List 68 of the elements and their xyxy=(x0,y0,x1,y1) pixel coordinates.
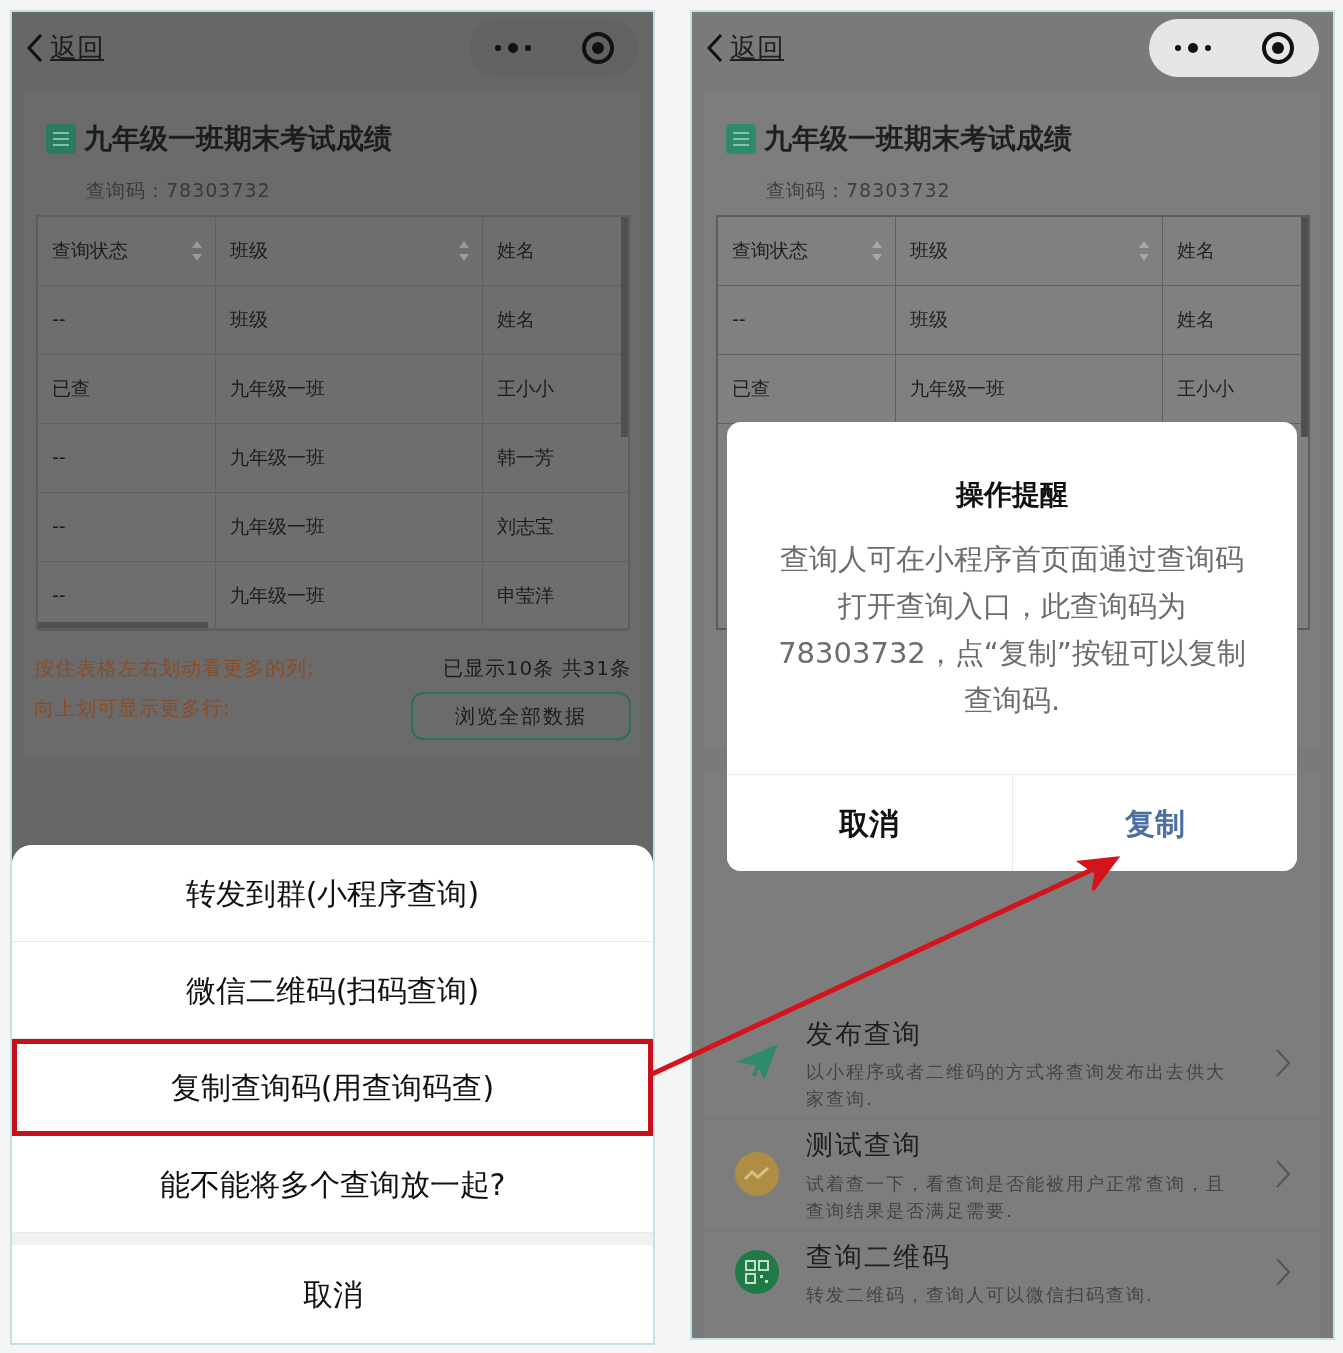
sort-icon[interactable] xyxy=(458,239,470,262)
qr-code-icon xyxy=(734,1249,780,1296)
list-icon xyxy=(726,124,756,154)
table-cell-text: 刘志宝 xyxy=(497,514,554,540)
table-cell-text: -- xyxy=(52,514,66,540)
action-title: 测试查询 xyxy=(806,1128,923,1162)
sheet-option[interactable]: 能不能将多个查询放一起? xyxy=(12,1136,653,1233)
table-cell-text: 九年级一班 xyxy=(230,583,325,609)
hint-text: 向上划可显示更多行; xyxy=(34,694,232,722)
cancel-option[interactable]: 取消 xyxy=(12,1245,653,1343)
table-cell-text: 姓名 xyxy=(1177,307,1215,333)
more-icon[interactable] xyxy=(1173,41,1213,55)
query-code: 查询码：78303732 xyxy=(766,178,952,203)
sheet-option[interactable]: 微信二维码(扫码查询) xyxy=(12,942,653,1039)
dialog-title: 操作提醒 xyxy=(954,477,1069,513)
chevron-right-icon xyxy=(1275,1159,1291,1190)
table-cell-text: -- xyxy=(52,583,66,609)
action-item[interactable]: 发布查询 以小程序或者二维码的方式将查询发布出去供大家查询. xyxy=(704,1007,1321,1118)
table-cell-text: 九年级一班 xyxy=(910,376,1005,402)
table-cell-text: 已查 xyxy=(52,376,90,402)
column-header[interactable]: 班级 xyxy=(896,216,1163,285)
table-cell-text: 九年级一班 xyxy=(230,376,325,402)
close-icon[interactable] xyxy=(1261,31,1295,65)
table-cell-text: 班级 xyxy=(230,307,268,333)
table-cell-text: 已查 xyxy=(732,376,770,402)
list-icon xyxy=(46,124,76,154)
action-description: 转发二维码，查询人可以微信扫码查询. xyxy=(806,1283,1155,1307)
page-title: 九年级一班期末考试成绩 xyxy=(764,121,1072,157)
chevron-right-icon xyxy=(1275,1257,1291,1288)
hint-text: 按住表格左右划动看更多的列; xyxy=(34,654,315,682)
sheet-option[interactable]: 复制查询码(用查询码查) xyxy=(12,1039,653,1136)
sort-icon[interactable] xyxy=(191,239,203,262)
column-header[interactable]: 姓名 xyxy=(483,216,623,285)
table-cell-text: 王小小 xyxy=(1177,376,1234,402)
action-title: 查询二维码 xyxy=(806,1239,952,1274)
table-cell-text: 班级 xyxy=(910,307,948,333)
action-title: 发布查询 xyxy=(806,1016,923,1051)
chevron-right-icon xyxy=(1275,1047,1291,1078)
action-description: 以小程序或者二维码的方式将查询发布出去供大家查询. xyxy=(806,1060,1227,1111)
back-link[interactable]: 返回 xyxy=(26,27,104,69)
table-cell-text: 王小小 xyxy=(497,376,554,402)
column-header[interactable]: 查询状态 xyxy=(718,216,896,285)
page-title: 九年级一班期末考试成绩 xyxy=(84,121,392,157)
back-label[interactable]: 返回 xyxy=(730,27,784,69)
table-cell-text: 姓名 xyxy=(497,307,535,333)
table-cell-text: 九年级一班 xyxy=(230,514,325,540)
back-link[interactable]: 返回 xyxy=(706,27,784,69)
trend-icon xyxy=(734,1151,780,1198)
table-cell-text: -- xyxy=(52,307,66,333)
sort-icon[interactable] xyxy=(871,239,883,262)
back-icon[interactable] xyxy=(706,33,724,63)
column-header[interactable]: 姓名 xyxy=(1163,216,1303,285)
table-cell-text: 韩一芳 xyxy=(497,445,554,471)
dialog-message: 查询人可在小程序首页面通过查询码打开查询入口，此查询码为78303732，点“复制”按钮可以复制查询码. xyxy=(777,541,1247,719)
browse-all-button[interactable]: 浏览全部数据 xyxy=(411,691,631,740)
action-item[interactable]: 查询二维码 转发二维码，查询人可以微信扫码查询. xyxy=(704,1229,1321,1314)
back-label[interactable]: 返回 xyxy=(50,27,104,69)
copy-button[interactable]: 复制 xyxy=(1011,775,1297,871)
sort-icon[interactable] xyxy=(1138,239,1150,262)
table-cell-text: 九年级一班 xyxy=(230,445,325,471)
column-header[interactable]: 查询状态 xyxy=(38,216,216,285)
back-icon[interactable] xyxy=(26,33,44,63)
table-cell-text: 申莹洋 xyxy=(497,583,554,609)
table-cell-text: -- xyxy=(732,307,746,333)
column-header[interactable]: 班级 xyxy=(216,216,483,285)
record-count: 已显示10条 共31条 xyxy=(441,654,631,682)
sheet-option[interactable]: 转发到群(小程序查询) xyxy=(12,845,653,942)
table-cell-text: -- xyxy=(52,445,66,471)
